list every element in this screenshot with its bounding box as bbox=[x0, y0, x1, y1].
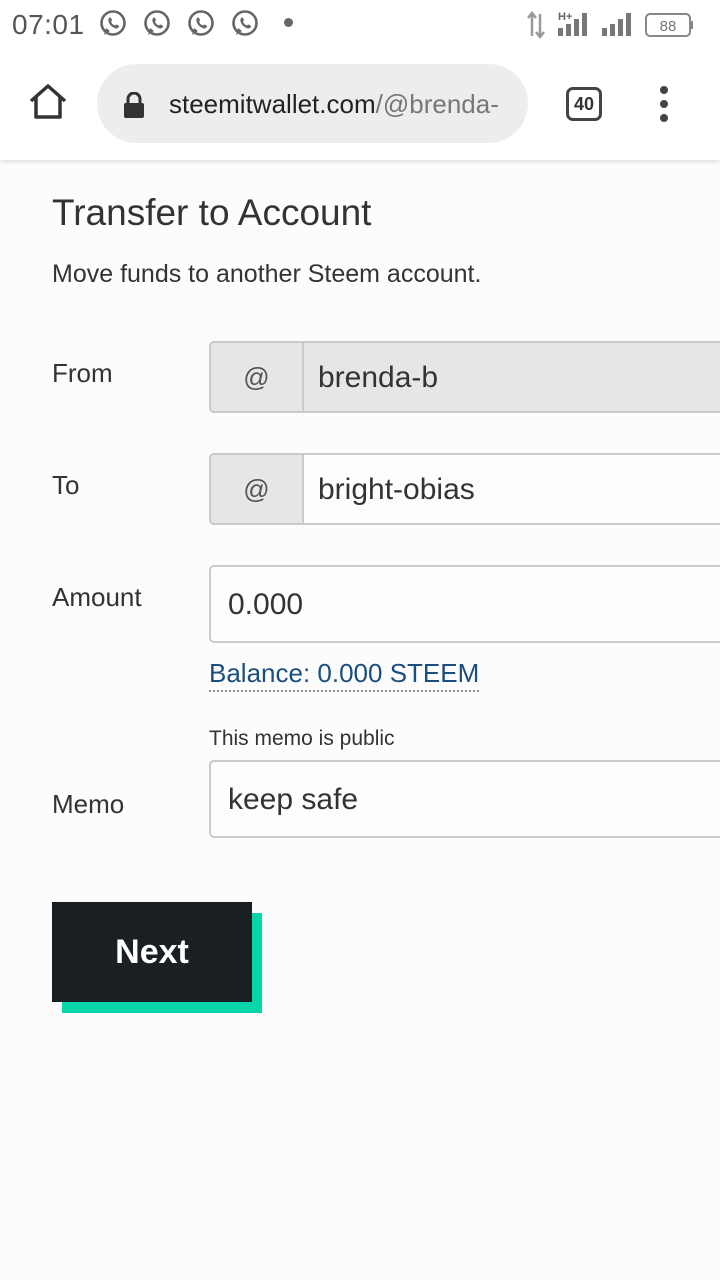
status-bar: 07:01 H+ 88 bbox=[0, 0, 720, 50]
memo-label: Memo bbox=[52, 789, 125, 819]
amount-label: Amount bbox=[52, 582, 142, 612]
memo-input[interactable]: keep safe bbox=[228, 783, 358, 817]
memo-field[interactable]: keep safe bbox=[209, 760, 720, 838]
balance-link[interactable]: Balance: 0.000 STEEM bbox=[209, 658, 480, 692]
battery-icon: 88 bbox=[645, 13, 693, 37]
address-bar[interactable]: steemitwallet.com/@brenda- bbox=[97, 64, 528, 143]
from-field: @ brenda-b bbox=[209, 341, 720, 413]
more-notifications-dot bbox=[284, 18, 293, 27]
at-prefix: @ bbox=[211, 455, 304, 523]
whatsapp-icon bbox=[188, 10, 214, 36]
whatsapp-icon bbox=[100, 10, 126, 36]
more-menu-icon[interactable] bbox=[654, 86, 674, 126]
amount-field[interactable]: 0.000 bbox=[209, 565, 720, 643]
home-icon[interactable] bbox=[26, 80, 70, 124]
tab-switcher-button[interactable]: 40 bbox=[566, 87, 602, 121]
next-button-wrapper: Next bbox=[52, 902, 262, 1013]
next-button[interactable]: Next bbox=[52, 902, 252, 1002]
url-domain: steemitwallet.com bbox=[169, 89, 376, 119]
to-field[interactable]: @ bright-obias bbox=[209, 453, 720, 525]
url-path: /@brenda- bbox=[375, 89, 499, 119]
to-input[interactable]: bright-obias bbox=[318, 473, 475, 507]
system-status-icons: H+ 88 bbox=[527, 10, 693, 40]
status-time: 07:01 bbox=[12, 9, 85, 40]
browser-toolbar: steemitwallet.com/@brenda- 40 bbox=[0, 50, 720, 160]
at-prefix: @ bbox=[211, 343, 304, 411]
page-subtitle: Move funds to another Steem account. bbox=[52, 260, 482, 288]
from-value: brenda-b bbox=[318, 361, 439, 394]
from-label: From bbox=[52, 358, 113, 388]
signal-icon-2 bbox=[602, 13, 631, 36]
data-transfer-icon bbox=[527, 10, 545, 40]
url-text: steemitwallet.com/@brenda- bbox=[169, 89, 499, 120]
amount-input[interactable]: 0.000 bbox=[228, 588, 303, 622]
to-label: To bbox=[52, 470, 80, 500]
memo-public-note: This memo is public bbox=[209, 727, 395, 750]
page-title: Transfer to Account bbox=[52, 192, 372, 233]
network-type-label: H+ bbox=[558, 11, 572, 23]
lock-icon bbox=[124, 92, 144, 118]
whatsapp-icon bbox=[232, 10, 258, 36]
battery-level: 88 bbox=[660, 18, 677, 35]
whatsapp-icon bbox=[144, 10, 170, 36]
